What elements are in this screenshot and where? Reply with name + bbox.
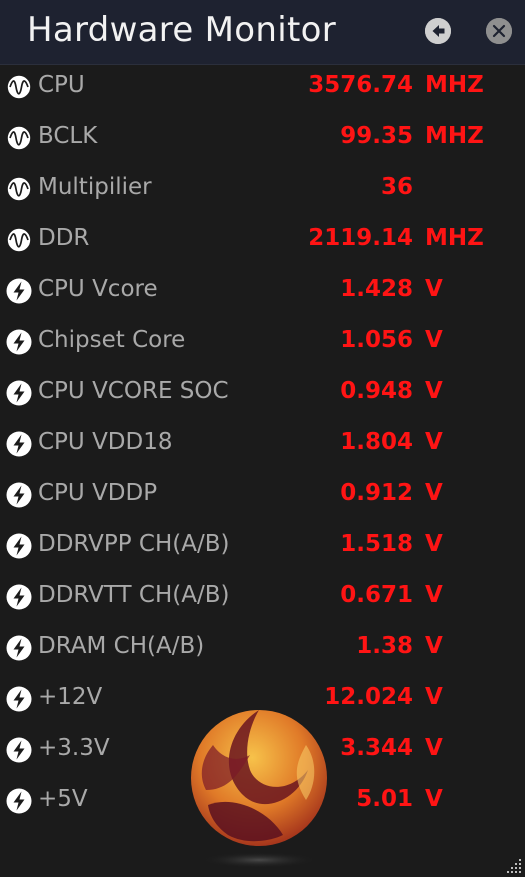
lightning-icon [6, 431, 32, 457]
sensor-unit: V [425, 480, 443, 506]
sensor-row: DDR 2119.14 MHZ [0, 215, 525, 266]
lightning-icon [6, 380, 32, 406]
sensor-row: BCLK 99.35 MHZ [0, 113, 525, 164]
sensor-value: 1.056 [340, 327, 413, 353]
sensor-row: Multipilier 36 [0, 164, 525, 215]
lightning-icon [6, 482, 32, 508]
sensor-unit: V [425, 378, 443, 404]
sensor-value: 1.518 [340, 531, 413, 557]
back-arrow-icon [425, 18, 451, 44]
sensor-value: 0.912 [340, 480, 413, 506]
sensor-unit: V [425, 327, 443, 353]
lightning-icon [6, 788, 32, 814]
title-bar: Hardware Monitor [0, 0, 525, 65]
sensor-row: CPU Vcore 1.428 V [0, 266, 525, 317]
sensor-value: 0.948 [340, 378, 413, 404]
sensor-row: Chipset Core 1.056 V [0, 317, 525, 368]
sensor-unit: V [425, 633, 443, 659]
lightning-icon [6, 635, 32, 661]
sensor-unit: MHZ [425, 123, 484, 149]
lightning-icon [6, 329, 32, 355]
sensor-value: 2119.14 [308, 225, 413, 251]
sensor-label: CPU VDDP [38, 480, 158, 506]
sensor-value: 1.804 [340, 429, 413, 455]
sensor-label: CPU VDD18 [38, 429, 173, 455]
lightning-icon [6, 278, 32, 304]
close-button[interactable] [486, 18, 512, 44]
waveform-icon [6, 227, 32, 253]
sensor-label: DDR [38, 225, 90, 251]
sensor-row: DDRVTT CH(A/B) 0.671 V [0, 572, 525, 623]
sensor-label: DDRVTT CH(A/B) [38, 582, 230, 608]
sensor-unit: V [425, 276, 443, 302]
sensor-label: DDRVPP CH(A/B) [38, 531, 230, 557]
sensor-unit: MHZ [425, 225, 484, 251]
sensor-value: 0.671 [340, 582, 413, 608]
back-button[interactable] [425, 18, 451, 44]
sensor-unit: V [425, 531, 443, 557]
sensor-row: CPU VCORE SOC 0.948 V [0, 368, 525, 419]
sensor-label: CPU [38, 72, 85, 98]
sensor-row: CPU VDD18 1.804 V [0, 419, 525, 470]
sensor-unit: V [425, 735, 443, 761]
sensor-value: 12.024 [324, 684, 413, 710]
lightning-icon [6, 584, 32, 610]
window-title: Hardware Monitor [27, 10, 337, 50]
brand-logo [188, 700, 330, 870]
sensor-label: CPU Vcore [38, 276, 158, 302]
lightning-icon [6, 533, 32, 559]
sensor-value: 3576.74 [308, 72, 413, 98]
sensor-value: 1.428 [340, 276, 413, 302]
sensor-value: 3.344 [340, 735, 413, 761]
sensor-unit: V [425, 786, 443, 812]
lightning-icon [6, 737, 32, 763]
sensor-label: CPU VCORE SOC [38, 378, 229, 404]
resize-grip-icon[interactable] [504, 856, 522, 874]
sensor-unit: MHZ [425, 72, 484, 98]
sensor-value: 1.38 [356, 633, 413, 659]
sensor-value: 36 [380, 174, 413, 200]
sensor-label: +3.3V [38, 735, 110, 761]
sensor-label: DRAM CH(A/B) [38, 633, 205, 659]
sensor-unit: V [425, 429, 443, 455]
sensor-value: 99.35 [340, 123, 413, 149]
sensor-label: Chipset Core [38, 327, 186, 353]
sensor-value: 5.01 [356, 786, 413, 812]
close-icon [486, 18, 512, 44]
sensor-label: +12V [38, 684, 103, 710]
lightning-icon [6, 686, 32, 712]
sensor-row: CPU 3576.74 MHZ [0, 62, 525, 113]
sensor-row: CPU VDDP 0.912 V [0, 470, 525, 521]
sensor-row: DRAM CH(A/B) 1.38 V [0, 623, 525, 674]
sensor-row: DDRVPP CH(A/B) 1.518 V [0, 521, 525, 572]
sensor-label: Multipilier [38, 174, 152, 200]
sensor-unit: V [425, 582, 443, 608]
sensor-label: +5V [38, 786, 88, 812]
sensor-label: BCLK [38, 123, 98, 149]
waveform-icon [6, 176, 32, 202]
waveform-icon [6, 74, 32, 100]
waveform-icon [6, 125, 32, 151]
sensor-unit: V [425, 684, 443, 710]
